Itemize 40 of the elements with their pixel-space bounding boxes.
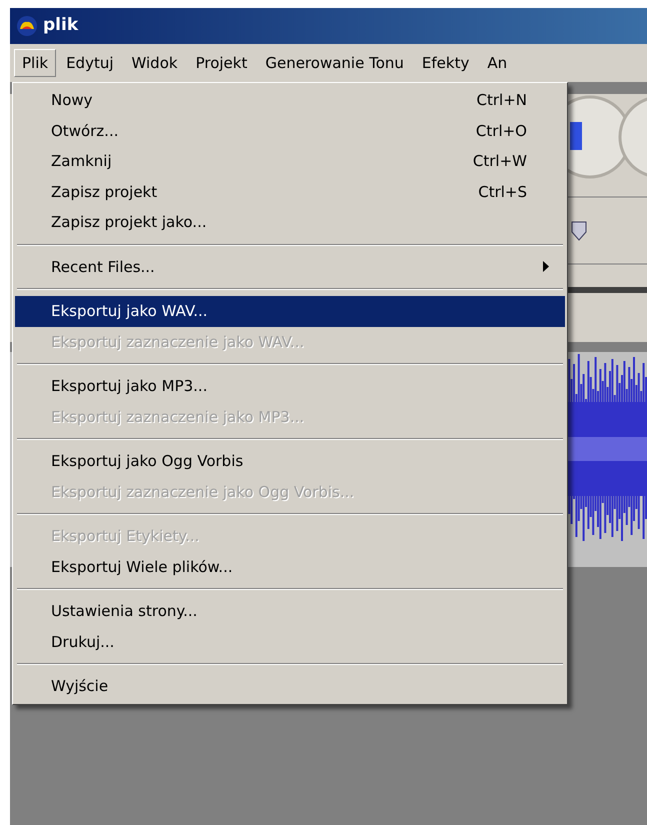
window-title: plik	[43, 14, 78, 38]
menu-item-label: Eksportuj jako Ogg Vorbis	[51, 451, 244, 472]
app-icon	[16, 15, 38, 37]
menu-bar-item[interactable]: Edytuj	[58, 48, 122, 78]
menu-item-label: Eksportuj jako MP3...	[51, 376, 208, 397]
menu-item-label: Recent Files...	[51, 256, 156, 278]
menu-item-label: Eksportuj jako WAV...	[51, 301, 209, 322]
menu-item-label: Zamknij	[51, 151, 113, 172]
menu-item[interactable]: Zapisz projekt Ctrl+S	[15, 176, 565, 207]
menu-item-label: Nowy	[51, 90, 94, 111]
menu-item[interactable]: Drukuj...	[15, 626, 565, 657]
menu-item-label: Zapisz projekt jako...	[51, 212, 208, 233]
menu-item[interactable]: Ustawienia strony...	[15, 596, 565, 626]
submenu-arrow-icon	[543, 261, 549, 272]
menu-item[interactable]: Zamknij Ctrl+W	[15, 146, 565, 176]
menu-item-label: Zapisz projekt	[51, 182, 158, 202]
shortcut-label: Ctrl+O	[476, 120, 527, 142]
menu-bar-item[interactable]: An	[479, 48, 516, 78]
shortcut-label: Ctrl+W	[472, 151, 527, 172]
menu-item-label: Drukuj...	[51, 632, 116, 652]
menu-item-label: Ustawienia strony...	[51, 601, 198, 622]
menu-bar-item[interactable]: Generowanie Tonu	[257, 48, 412, 78]
menu-item[interactable]: Zapisz projekt jako...	[15, 207, 565, 238]
menu-item[interactable]: Eksportuj Wiele plików...	[15, 552, 565, 582]
menu-bar-item[interactable]: Efekty	[414, 48, 478, 78]
menu-item[interactable]: Wyjście	[15, 671, 565, 702]
menu-item[interactable]: Nowy Ctrl+N	[15, 85, 565, 116]
menu-item-label: Eksportuj Wiele plików...	[51, 556, 234, 578]
menu-item-label: Wyjście	[51, 676, 110, 697]
menu-bar-item[interactable]: Projekt	[188, 48, 256, 78]
menu-bar-item[interactable]: Widok	[124, 48, 186, 78]
menu-item[interactable]: Eksportuj jako Ogg Vorbis	[15, 446, 565, 476]
menu-item[interactable]: Otwórz... Ctrl+O	[15, 116, 565, 146]
menu-item[interactable]: Eksportuj jako WAV...	[15, 296, 565, 326]
menu-item[interactable]: Recent Files...	[15, 252, 565, 282]
menu-item-label: Otwórz...	[51, 120, 120, 142]
shortcut-label: Ctrl+N	[476, 90, 527, 111]
menu-item[interactable]: Eksportuj jako MP3...	[15, 371, 565, 402]
shortcut-label: Ctrl+S	[478, 182, 527, 202]
menu-bar-item[interactable]: Plik	[14, 48, 56, 78]
